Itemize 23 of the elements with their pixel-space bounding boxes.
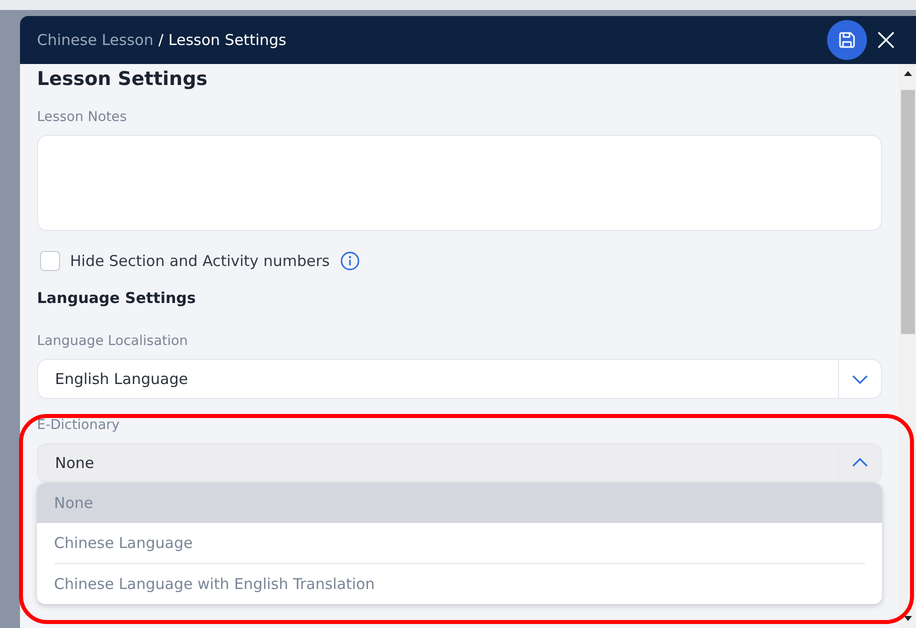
info-icon[interactable] (340, 251, 360, 271)
breadcrumb-separator: / (158, 31, 164, 49)
breadcrumb-item: Lesson Settings (168, 31, 286, 49)
dropdown-option[interactable]: Chinese Language with English Translation (37, 564, 882, 604)
scroll-up-icon[interactable] (904, 70, 912, 76)
scroll-down-icon[interactable] (904, 616, 912, 622)
dropdown-option[interactable]: Chinese Language (37, 523, 882, 563)
field-label: Lesson Notes (37, 109, 127, 125)
close-icon (876, 30, 896, 50)
field-label: E-Dictionary (37, 417, 120, 433)
page-title: Lesson Settings (37, 68, 208, 90)
checkbox-label: Hide Section and Activity numbers (70, 252, 330, 270)
checkbox[interactable] (40, 251, 60, 271)
scrollbar[interactable] (899, 64, 916, 628)
scrollbar-thumb[interactable] (900, 90, 914, 334)
select-field[interactable]: None (37, 443, 882, 483)
section-heading: Language Settings (37, 289, 196, 307)
save-icon (837, 30, 857, 50)
save-button[interactable] (827, 20, 867, 60)
lesson-notes-field[interactable] (37, 135, 882, 231)
field-label: Language Localisation (37, 333, 188, 349)
breadcrumb-item[interactable]: Chinese Lesson (37, 31, 154, 49)
select-field[interactable]: English Language (37, 359, 882, 399)
